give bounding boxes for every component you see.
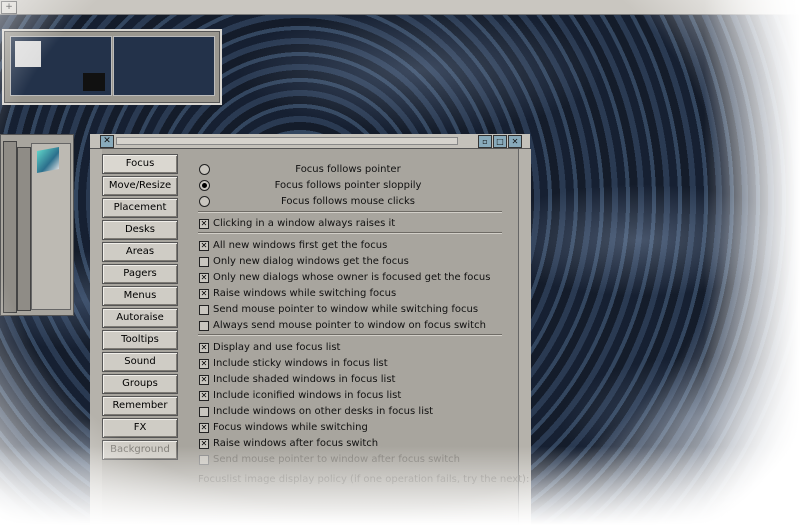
- checkbox[interactable]: ✕: [199, 289, 209, 299]
- option-label: Focus windows while switching: [213, 422, 368, 433]
- pager-window-mini: [15, 41, 41, 67]
- window-settings-dialog: ✕ ▫ □ ✕ Focus Move/Resize Placement Desks Ar…: [90, 134, 531, 525]
- checkbox[interactable]: ✕: [199, 343, 209, 353]
- checkbox[interactable]: [199, 407, 209, 417]
- top-shelf: +: [0, 0, 800, 15]
- shelf-menu-button[interactable]: +: [1, 1, 17, 14]
- checkbox[interactable]: ✕: [199, 439, 209, 449]
- iconbox[interactable]: [0, 134, 74, 316]
- checkbox[interactable]: [199, 305, 209, 315]
- close-icon[interactable]: ✕: [100, 135, 114, 148]
- focus-mode-pointer[interactable]: Focus follows pointer: [198, 162, 508, 177]
- option-label: Only new dialogs whose owner is focused …: [213, 272, 491, 283]
- separator: [198, 211, 502, 213]
- checkbox[interactable]: ✕: [199, 375, 209, 385]
- option-label: Only new dialog windows get the focus: [213, 256, 409, 267]
- tab-placement[interactable]: Placement: [102, 198, 178, 218]
- tab-autoraise[interactable]: Autoraise: [102, 308, 178, 328]
- option-label: Include iconified windows in focus list: [213, 390, 402, 401]
- pager-window-mini: [83, 73, 105, 91]
- iconbox-scrollbar[interactable]: [17, 147, 31, 311]
- checkbox[interactable]: ✕: [199, 359, 209, 369]
- tab-background: Background: [102, 440, 178, 460]
- checkbox[interactable]: [199, 321, 209, 331]
- app-cube-icon[interactable]: [37, 147, 59, 173]
- option-label: Clicking in a window always raises it: [213, 218, 396, 229]
- tab-areas[interactable]: Areas: [102, 242, 178, 262]
- option-label: Include windows on other desks in focus …: [213, 406, 434, 417]
- checkbox[interactable]: [199, 257, 209, 267]
- tab-groups[interactable]: Groups: [102, 374, 178, 394]
- dialog-border-right: [518, 149, 531, 525]
- checkbox[interactable]: ✕: [199, 391, 209, 401]
- radio-label: Focus follows pointer sloppily: [274, 180, 422, 191]
- tab-menus[interactable]: Menus: [102, 286, 178, 306]
- option-label: Raise windows while switching focus: [213, 288, 397, 299]
- dialog-titlebar[interactable]: ✕ ▫ □ ✕: [90, 134, 530, 149]
- tab-pagers[interactable]: Pagers: [102, 264, 178, 284]
- checkbox[interactable]: ✕: [199, 241, 209, 251]
- iconbox-side-strip: [3, 141, 17, 313]
- pager-desk-1[interactable]: [10, 36, 112, 96]
- checkbox[interactable]: ✕: [199, 423, 209, 433]
- option-label: All new windows first get the focus: [213, 240, 388, 251]
- iconify-icon[interactable]: ▫: [478, 135, 492, 148]
- checkbox[interactable]: [199, 455, 209, 465]
- pager[interactable]: [2, 29, 222, 105]
- tab-sound[interactable]: Sound: [102, 352, 178, 372]
- maximize-icon[interactable]: □: [493, 135, 507, 148]
- pager-desk-2[interactable]: [113, 36, 215, 96]
- tab-tooltips[interactable]: Tooltips: [102, 330, 178, 350]
- option-label: Send mouse pointer to window while switc…: [213, 304, 479, 315]
- option-label: Include sticky windows in focus list: [213, 358, 388, 369]
- focus-mode-sloppy[interactable]: Focus follows pointer sloppily: [198, 178, 508, 193]
- option-label: Display and use focus list: [213, 342, 341, 353]
- option-label: Send mouse pointer to window after focus…: [213, 454, 461, 465]
- tab-remember[interactable]: Remember: [102, 396, 178, 416]
- close-window-icon[interactable]: ✕: [508, 135, 522, 148]
- tab-focus[interactable]: Focus: [102, 154, 178, 174]
- option-label: Include shaded windows in focus list: [213, 374, 396, 385]
- tab-move-resize[interactable]: Move/Resize: [102, 176, 178, 196]
- separator: [198, 232, 502, 234]
- radio-label: Focus follows pointer: [295, 164, 401, 175]
- focuslist-policy-label: Focuslist image display policy (if one o…: [198, 474, 530, 485]
- option-label: Always send mouse pointer to window on f…: [213, 320, 486, 331]
- tab-desks[interactable]: Desks: [102, 220, 178, 240]
- titlebar-grip[interactable]: [116, 137, 458, 145]
- focus-mode-click[interactable]: Focus follows mouse clicks: [198, 194, 508, 209]
- separator: [198, 334, 502, 336]
- option-label: Raise windows after focus switch: [213, 438, 379, 449]
- tab-fx[interactable]: FX: [102, 418, 178, 438]
- checkbox[interactable]: ✕: [199, 219, 209, 229]
- checkbox[interactable]: ✕: [199, 273, 209, 283]
- radio-label: Focus follows mouse clicks: [281, 196, 415, 207]
